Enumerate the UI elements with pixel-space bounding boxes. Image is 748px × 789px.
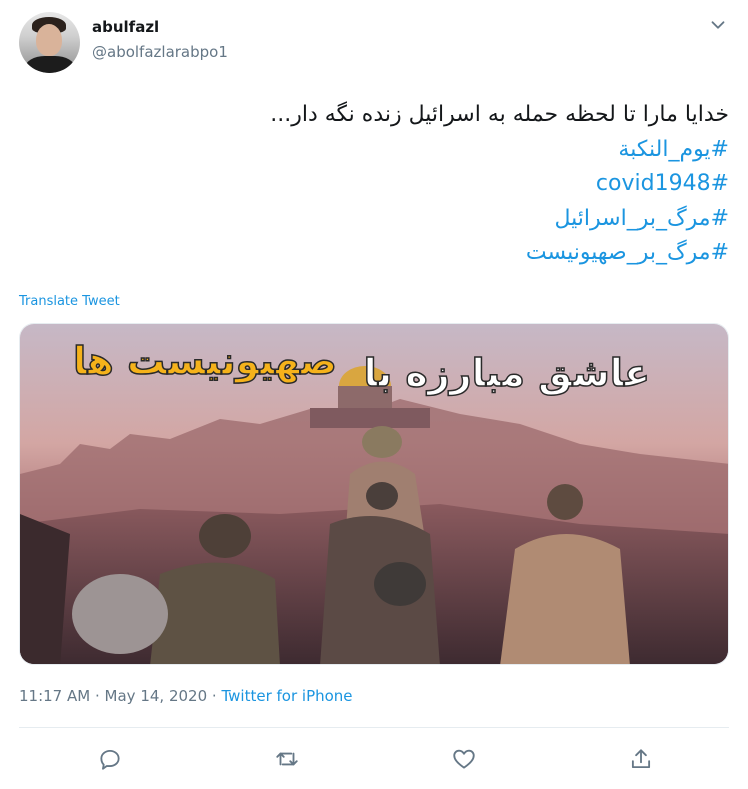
tweet-date[interactable]: May 14, 2020 — [105, 687, 208, 705]
divider — [19, 727, 729, 728]
image-title-left: صهیونیست ها — [73, 339, 337, 383]
avatar-face — [36, 24, 62, 56]
hashtag-link[interactable]: #مرگ_بر_صهیونیست — [29, 236, 729, 271]
translate-tweet-link[interactable]: Translate Tweet — [19, 294, 120, 309]
tweet-time[interactable]: 11:17 AM — [19, 687, 90, 705]
tweet-source-link[interactable]: Twitter for iPhone — [221, 687, 352, 705]
retweet-icon[interactable] — [274, 746, 300, 772]
hashtag-link[interactable]: #covid1948 — [29, 167, 729, 202]
display-name[interactable]: abulfazl — [92, 18, 159, 36]
share-icon[interactable] — [628, 746, 654, 772]
tweet-text: خدایا مارا تا لحظه حمله به اسرائیل زنده … — [29, 98, 729, 271]
tweet-meta: 11:17 AM · May 14, 2020 · Twitter for iP… — [19, 687, 353, 705]
avatar[interactable] — [19, 12, 80, 73]
hashtag-link[interactable]: #یوم_النکبة — [29, 133, 729, 168]
reply-icon[interactable] — [97, 746, 123, 772]
image-title-right: عاشق مبارزه با — [364, 351, 650, 395]
tweet-image[interactable]: عاشق مبارزه با صهیونیست ها — [19, 323, 729, 665]
tweet-text-line: خدایا مارا تا لحظه حمله به اسرائیل زنده … — [270, 102, 729, 127]
avatar-shirt — [25, 56, 75, 73]
hashtag-link[interactable]: #مرگ_بر_اسرائیل — [29, 202, 729, 237]
meta-separator: · — [211, 687, 217, 705]
like-icon[interactable] — [451, 746, 477, 772]
chevron-down-icon[interactable] — [707, 14, 729, 36]
user-handle[interactable]: @abolfazlarabpo1 — [92, 43, 228, 61]
meta-separator: · — [94, 687, 100, 705]
